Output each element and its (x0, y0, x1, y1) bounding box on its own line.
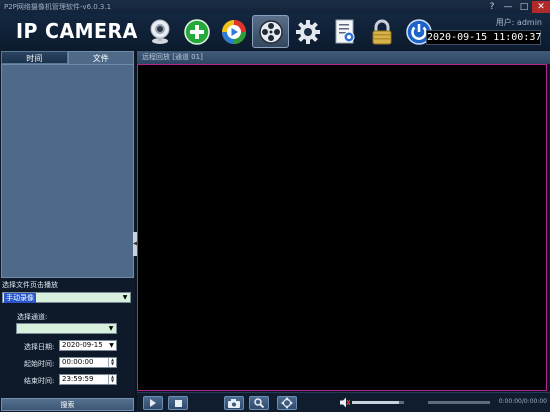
ptz-button[interactable] (277, 396, 297, 410)
end-time-label: 结束时间: (24, 377, 55, 385)
tab-time[interactable]: 时间 (1, 51, 68, 64)
clock-display: 2020-09-15 11:00:37 (426, 30, 542, 45)
chevron-down-icon: ▼ (122, 294, 128, 301)
lock-button[interactable] (363, 15, 400, 48)
play-icon (150, 399, 156, 407)
search-button[interactable]: 搜索 (1, 398, 134, 411)
search-tabs: 时间 文件 (1, 51, 134, 64)
remote-playback-button[interactable] (252, 15, 289, 48)
volume-slider[interactable] (352, 401, 404, 404)
video-header: 远程回放 [通道 01] (137, 51, 550, 64)
media-player-icon (221, 19, 246, 44)
start-time-value: 00:00:00 (62, 358, 94, 366)
magnifier-icon (254, 398, 264, 408)
settings-gear-icon (295, 19, 320, 44)
snapshot-button[interactable] (224, 396, 244, 410)
camera-view-button[interactable] (141, 15, 178, 48)
play-button[interactable] (143, 396, 163, 410)
end-time-value: 23:59:59 (62, 375, 94, 383)
move-arrows-icon (281, 397, 293, 409)
volume-icon[interactable] (340, 397, 350, 408)
select-file-label: 选择文件页击播放 (2, 281, 58, 289)
add-device-button[interactable] (178, 15, 215, 48)
timecode-display: 0:00:00/0:00:00 (498, 398, 547, 405)
close-button[interactable]: ✕ (532, 0, 550, 13)
stop-button[interactable] (168, 396, 188, 410)
date-value: 2020-09-15 (62, 341, 103, 349)
playback-progress-slider[interactable] (428, 401, 490, 404)
film-reel-icon (258, 19, 283, 44)
volume-slider-fill (352, 401, 399, 404)
zoom-button[interactable] (249, 396, 269, 410)
camera-snapshot-icon (228, 398, 240, 408)
main-toolbar (141, 15, 437, 48)
settings-button[interactable] (289, 15, 326, 48)
channel-select[interactable]: ▼ (16, 323, 117, 334)
log-document-icon (335, 19, 354, 43)
current-user-label: 用户: admin (495, 18, 542, 27)
app-logo: IP CAMERA (16, 19, 138, 43)
record-type-value: 手动录像 (4, 293, 36, 303)
video-display[interactable] (137, 64, 547, 391)
tab-file[interactable]: 文件 (67, 51, 134, 64)
end-time-field[interactable]: 23:59:59 ▲ ▼ (59, 374, 117, 385)
window-title: P2P网络摄像机管理软件-v6.0.3.1 (4, 2, 112, 11)
lock-icon (372, 19, 391, 44)
start-time-field[interactable]: 00:00:00 ▲ ▼ (59, 357, 117, 368)
stop-icon (174, 399, 182, 407)
record-type-select[interactable]: 手动录像 ▼ (2, 292, 131, 303)
add-device-icon (183, 18, 210, 45)
file-list[interactable] (1, 64, 134, 278)
minimize-button[interactable]: — (500, 1, 516, 13)
log-button[interactable] (326, 15, 363, 48)
playback-controls: 0:00:00/0:00:00 (137, 392, 550, 412)
title-bar: P2P网络摄像机管理软件-v6.0.3.1 ? — □ ✕ (0, 0, 550, 13)
search-panel: 时间 文件 选择文件页击播放 手动录像 ▼ 选择通道: ▼ 选择日期: 2020… (0, 50, 135, 412)
help-button[interactable]: ? (484, 1, 500, 13)
chevron-down-icon: ▼ (109, 342, 114, 349)
spinner-icon[interactable]: ▲ ▼ (108, 375, 116, 384)
spinner-icon[interactable]: ▲ ▼ (108, 358, 116, 367)
chevron-down-icon: ▼ (108, 325, 114, 332)
start-time-label: 起始时间: (24, 360, 55, 368)
date-picker[interactable]: 2020-09-15 ▼ (59, 340, 117, 351)
app-header: IP CAMERA 用户: admin 2020-09-15 11:00:37 (0, 13, 550, 50)
window-controls: ? — □ ✕ (484, 0, 550, 13)
date-label: 选择日期: (24, 343, 55, 351)
maximize-button[interactable]: □ (516, 1, 532, 13)
channel-label: 选择通道: (17, 313, 48, 321)
media-player-button[interactable] (215, 15, 252, 48)
camera-icon (150, 19, 169, 44)
